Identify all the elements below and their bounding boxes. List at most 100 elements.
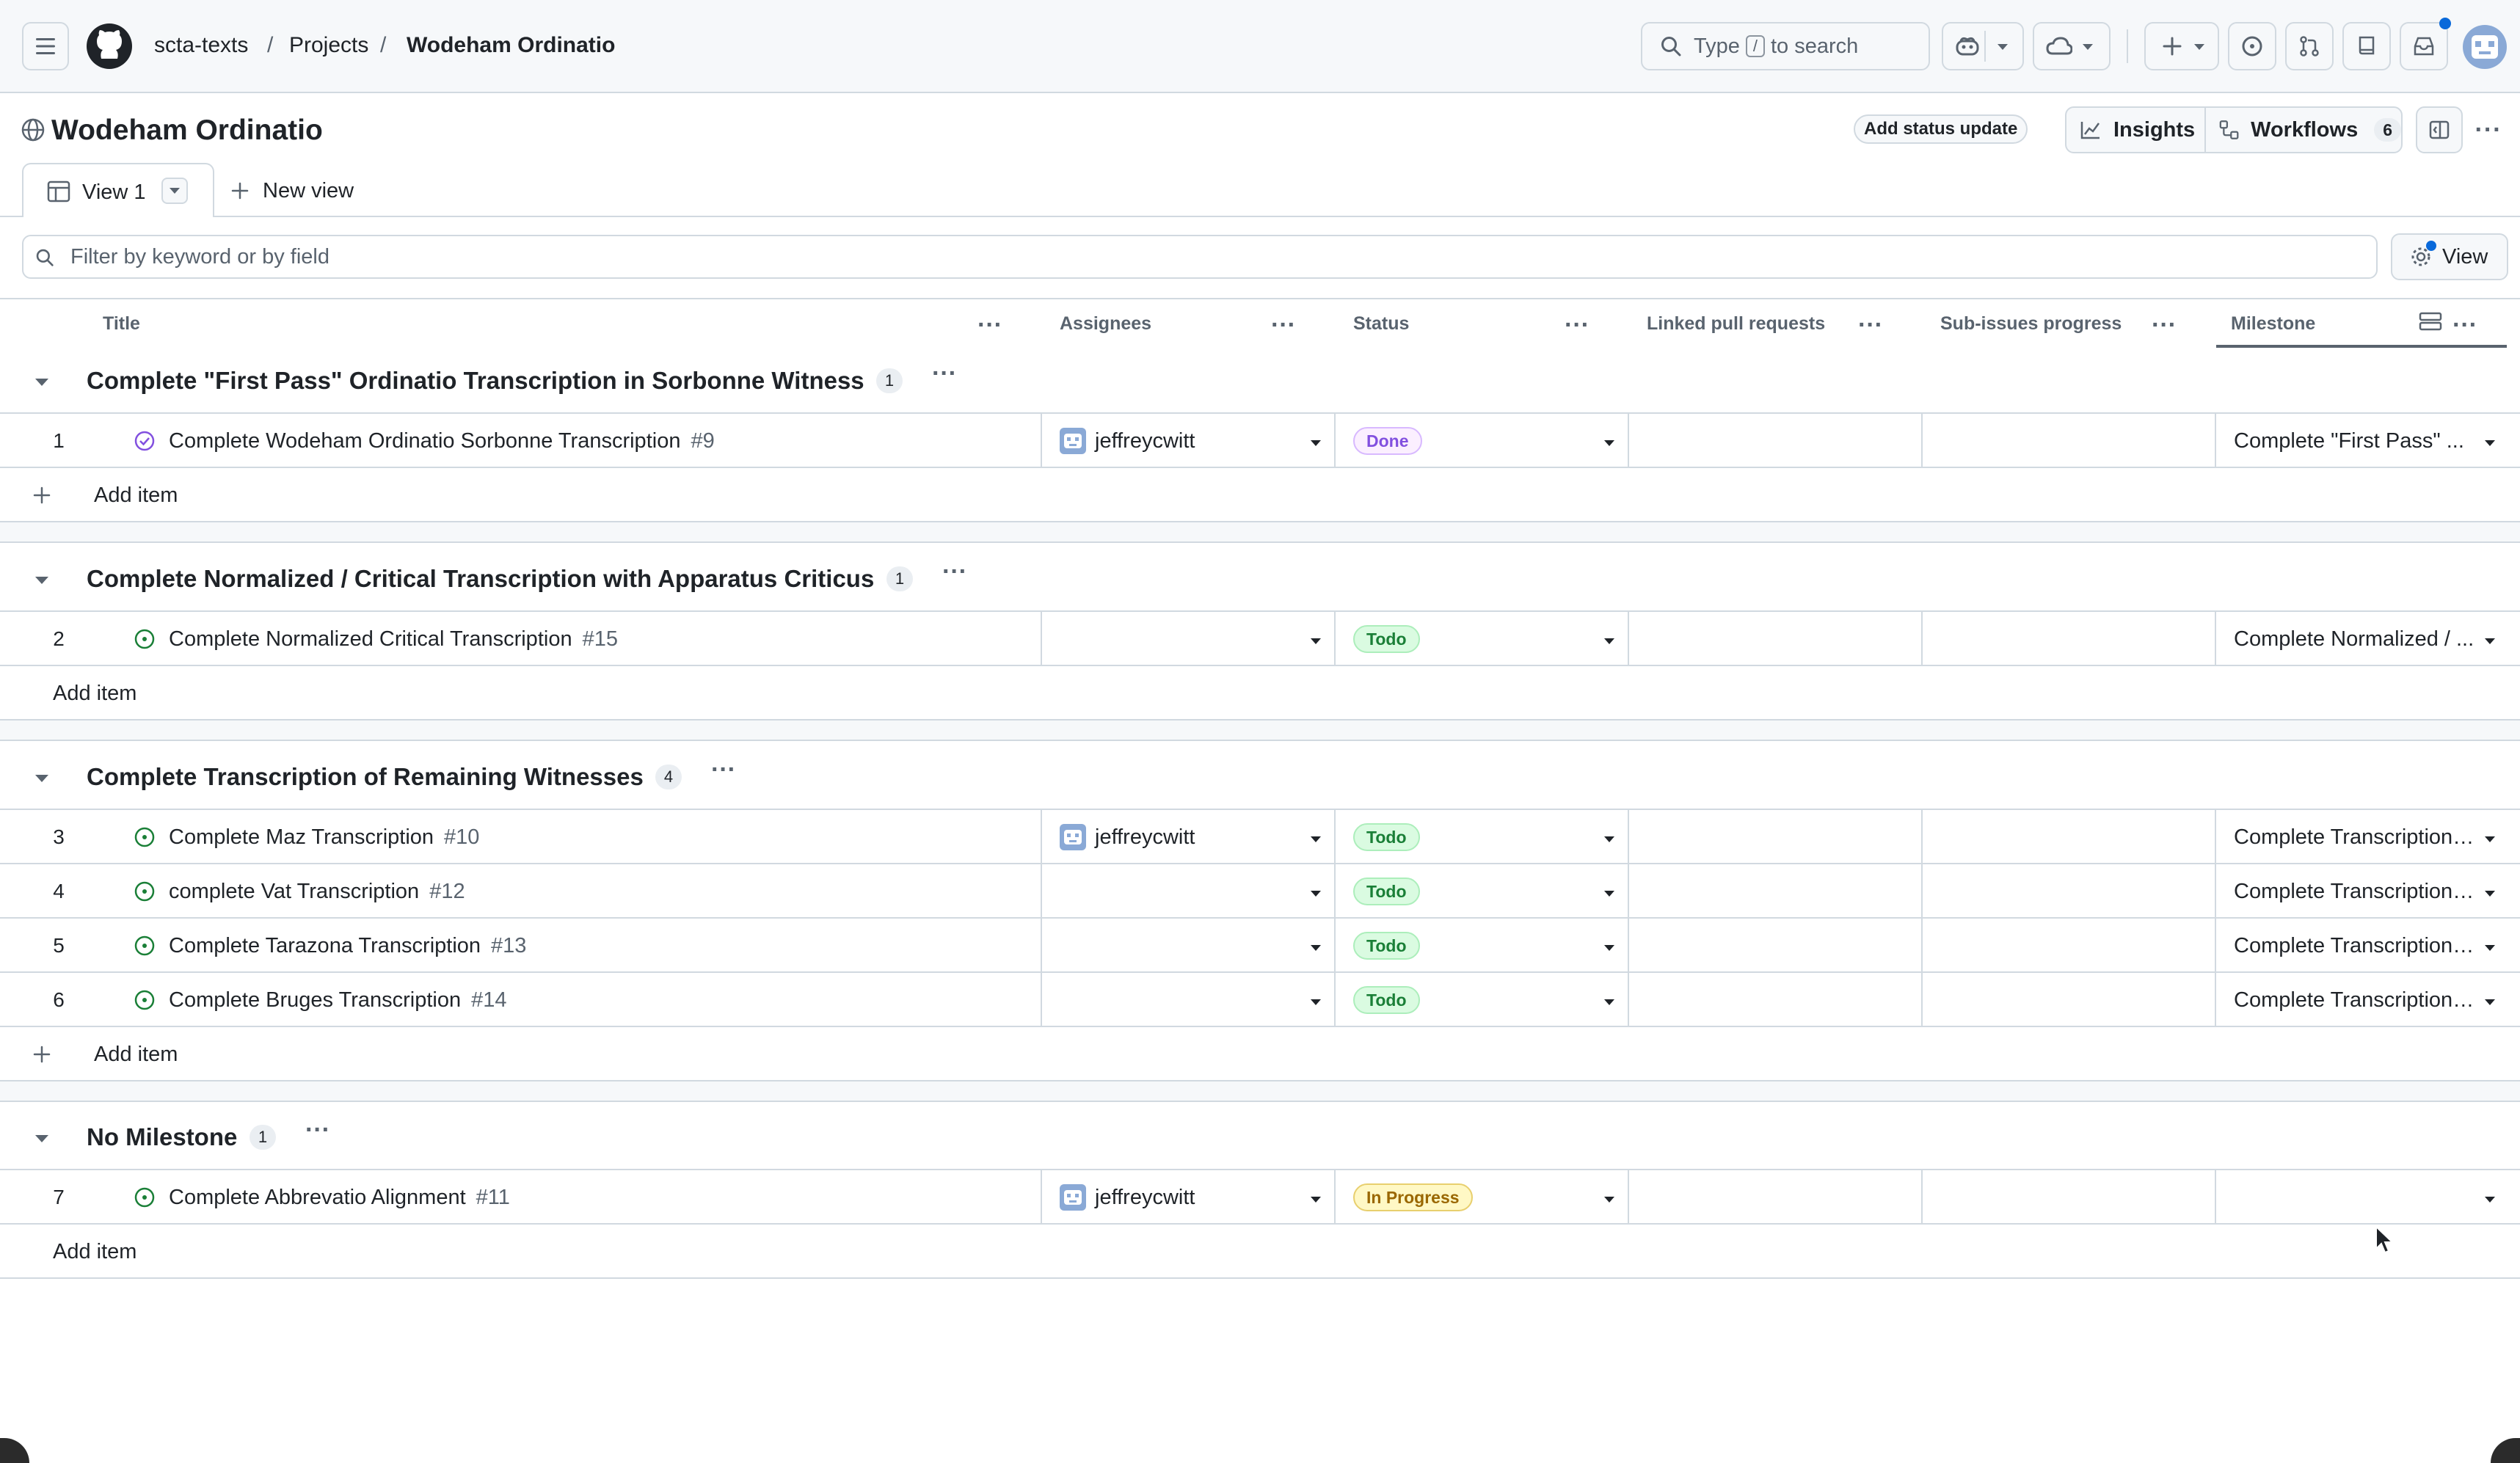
add-item-button[interactable]: Add item	[94, 1040, 178, 1069]
issue-number[interactable]: #14	[471, 988, 506, 1012]
status-dropdown-icon[interactable]	[1604, 1197, 1614, 1203]
issue-title[interactable]: Complete Maz Transcription	[169, 825, 434, 849]
issue-title[interactable]: Complete Normalized Critical Transcripti…	[169, 627, 572, 651]
issue-title-link[interactable]: Complete Bruges Transcription #14	[169, 985, 507, 1015]
issue-number[interactable]: #13	[491, 934, 526, 957]
milestone-dropdown-icon[interactable]	[2485, 999, 2495, 1005]
issue-title-link[interactable]: Complete Wodeham Ordinatio Sorbonne Tran…	[169, 426, 715, 456]
milestone-value[interactable]: Complete Transcription ...	[2234, 822, 2476, 852]
status-badge[interactable]: Todo	[1353, 878, 1420, 905]
issue-title-link[interactable]: complete Vat Transcription #12	[169, 877, 465, 906]
group-title: Complete "First Pass" Ordinatio Transcri…	[87, 367, 864, 394]
issue-title[interactable]: Complete Tarazona Transcription	[169, 934, 481, 957]
issue-number[interactable]: #15	[583, 627, 618, 651]
column-divider	[1334, 864, 1336, 919]
view-options-dropdown[interactable]	[161, 178, 188, 204]
column-divider	[1628, 1170, 1629, 1225]
issue-title[interactable]: Complete Bruges Transcription	[169, 988, 461, 1012]
issue-number[interactable]: #11	[476, 1186, 510, 1209]
issue-title-link[interactable]: Complete Tarazona Transcription #13	[169, 931, 526, 960]
milestone-value[interactable]: Complete Normalized / ...	[2234, 624, 2476, 654]
status-badge[interactable]: Todo	[1353, 823, 1420, 851]
group-separator-border	[0, 1101, 2520, 1102]
milestone-value[interactable]: Complete Transcription ...	[2234, 931, 2476, 960]
assignees-dropdown-icon[interactable]	[1311, 945, 1321, 951]
row-number: 5	[53, 934, 65, 957]
group-separator-border	[0, 541, 2520, 543]
chevron-down-icon[interactable]	[35, 379, 48, 386]
issue-number[interactable]: #12	[429, 880, 465, 903]
status-badge[interactable]: Done	[1353, 427, 1422, 455]
add-item-button[interactable]: Add item	[53, 679, 136, 708]
status-dropdown-icon[interactable]	[1604, 836, 1614, 842]
milestone-dropdown-icon[interactable]	[2485, 638, 2495, 644]
milestone-dropdown-icon[interactable]	[2485, 891, 2495, 897]
issue-number[interactable]: #9	[691, 429, 714, 453]
status-badge[interactable]: Todo	[1353, 625, 1420, 653]
status-dropdown-icon[interactable]	[1604, 638, 1614, 644]
assignees-dropdown-icon[interactable]	[1311, 638, 1321, 644]
issue-title-link[interactable]: Complete Abbrevatio Alignment #11	[169, 1183, 510, 1212]
plus-icon[interactable]	[32, 1045, 51, 1064]
group-header-border	[0, 809, 2520, 810]
group-count-badge: 4	[655, 765, 682, 789]
status-dropdown-icon[interactable]	[1604, 891, 1614, 897]
issue-opened-icon	[134, 1187, 155, 1208]
column-divider	[1041, 612, 1042, 666]
issue-title[interactable]: complete Vat Transcription	[169, 880, 419, 903]
milestone-value[interactable]: Complete Transcription ...	[2234, 985, 2476, 1015]
group-more-options-icon[interactable]: ···	[942, 558, 967, 586]
status-dropdown-icon[interactable]	[1604, 440, 1614, 446]
milestone-dropdown-icon[interactable]	[2485, 836, 2495, 842]
milestone-dropdown-icon[interactable]	[2485, 1197, 2495, 1203]
issue-number[interactable]: #10	[444, 825, 479, 849]
group-title: No Milestone	[87, 1123, 238, 1150]
row-number: 4	[53, 880, 65, 902]
group-more-options-icon[interactable]: ···	[711, 756, 736, 784]
assignees-dropdown-icon[interactable]	[1311, 836, 1321, 842]
assignees-dropdown-icon[interactable]	[1311, 440, 1321, 446]
column-divider	[2215, 612, 2216, 666]
column-divider	[2215, 414, 2216, 468]
table-row-border	[0, 1223, 2520, 1225]
milestone-value[interactable]: Complete Transcription ...	[2234, 877, 2476, 906]
issue-title[interactable]: Complete Wodeham Ordinatio Sorbonne Tran…	[169, 429, 680, 453]
issue-title-link[interactable]: Complete Maz Transcription #10	[169, 822, 479, 852]
issue-title[interactable]: Complete Abbrevatio Alignment	[169, 1186, 466, 1209]
group-more-options-icon[interactable]: ···	[305, 1116, 330, 1145]
issue-title-link[interactable]: Complete Normalized Critical Transcripti…	[169, 624, 618, 654]
column-divider	[1921, 1170, 1923, 1225]
status-badge[interactable]: Todo	[1353, 932, 1420, 960]
group-header-border	[0, 412, 2520, 414]
group-separator-border	[0, 740, 2520, 741]
issue-opened-icon	[134, 935, 155, 956]
status-dropdown-icon[interactable]	[1604, 945, 1614, 951]
assignees-dropdown-icon[interactable]	[1311, 999, 1321, 1005]
chevron-down-icon[interactable]	[35, 577, 48, 584]
project-table: Complete "First Pass" Ordinatio Transcri…	[0, 0, 2520, 1463]
chevron-down-icon[interactable]	[35, 1135, 48, 1142]
assignee-avatar	[1060, 824, 1086, 850]
assignees-dropdown-icon[interactable]	[1311, 1197, 1321, 1203]
issue-opened-icon	[134, 629, 155, 649]
group-more-options-icon[interactable]: ···	[932, 360, 957, 388]
column-divider	[1921, 973, 1923, 1027]
assignees-dropdown-icon[interactable]	[1311, 891, 1321, 897]
column-divider	[1041, 810, 1042, 864]
milestone-value[interactable]: Complete "First Pass" ...	[2234, 426, 2476, 456]
status-dropdown-icon[interactable]	[1604, 999, 1614, 1005]
status-badge[interactable]: Todo	[1353, 986, 1420, 1014]
chevron-down-icon[interactable]	[35, 775, 48, 782]
add-item-button[interactable]: Add item	[94, 481, 178, 510]
add-item-button[interactable]: Add item	[53, 1237, 136, 1266]
table-row-border	[0, 665, 2520, 666]
issue-opened-icon	[134, 881, 155, 902]
status-badge[interactable]: In Progress	[1353, 1183, 1473, 1211]
assignee-avatar	[1060, 428, 1086, 454]
milestone-dropdown-icon[interactable]	[2485, 440, 2495, 446]
milestone-dropdown-icon[interactable]	[2485, 945, 2495, 951]
plus-icon[interactable]	[32, 486, 51, 505]
column-divider	[2215, 973, 2216, 1027]
tab-view-1[interactable]: View 1	[22, 163, 214, 217]
group-header-border	[0, 610, 2520, 612]
